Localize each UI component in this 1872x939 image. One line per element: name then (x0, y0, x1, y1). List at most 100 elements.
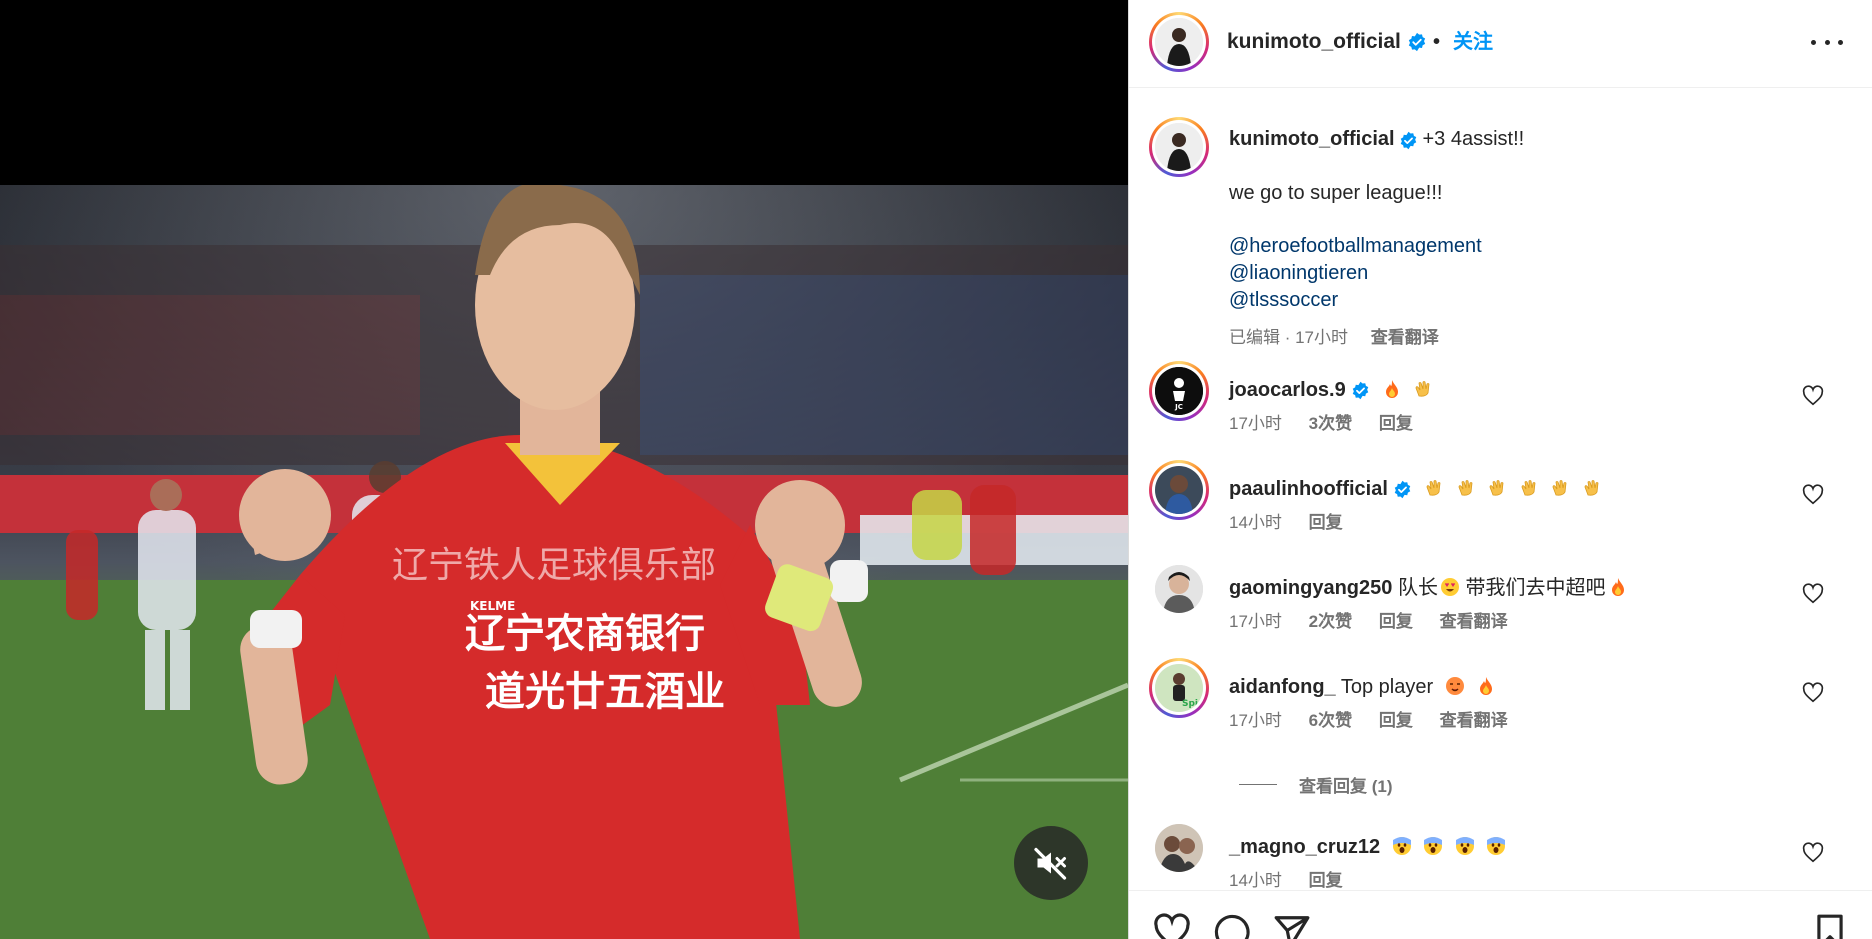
reply-button[interactable]: 回复 (1379, 414, 1413, 433)
comment-time: 14小时 (1229, 871, 1282, 889)
view-replies-label: 查看回复 (1) (1299, 777, 1393, 796)
clap-emoji-icon (1521, 480, 1536, 496)
caption-second-line: we go to super league!!! (1229, 182, 1443, 204)
heart-eyes-emoji-icon (1440, 578, 1459, 596)
more-dot (1838, 39, 1843, 45)
mention-link[interactable]: @liaoningtieren (1229, 260, 1482, 287)
avatar-photo (1155, 466, 1203, 514)
verified-badge-icon (1353, 382, 1369, 400)
comment-icon[interactable] (1213, 913, 1251, 939)
more-dot (1824, 39, 1830, 45)
clap-emoji-icon (1584, 480, 1599, 496)
author-avatar[interactable] (1149, 12, 1209, 72)
post-photo: 辽宁铁人足球俱乐部 辽宁农商银行 道光廿五酒业 KELME (0, 185, 1128, 939)
avatar-photo (1155, 123, 1203, 171)
view-replies-button[interactable]: 查看回复 (1) (1239, 772, 1393, 797)
replies-divider (1239, 784, 1277, 785)
avatar-photo (1155, 18, 1203, 66)
comment-text: 队长 (1397, 577, 1438, 599)
scream-emoji-icon (1424, 837, 1443, 855)
photo-illustration: 辽宁铁人足球俱乐部 辽宁农商银行 道光廿五酒业 KELME (0, 185, 1128, 939)
caption-meta: 已编辑 · 17小时 查看翻译 (1229, 323, 1439, 348)
edited-timestamp: 已编辑 · 17小时 (1229, 328, 1349, 347)
jersey-sponsor-2: 道光廿五酒业 (485, 669, 725, 715)
comment-item: JC joaocarlos.9 17小时 3次赞 回复 (1129, 361, 1872, 457)
fire-emoji-icon (1611, 578, 1624, 596)
author-username: kunimoto_official (1227, 30, 1401, 53)
avatar-photo: Spi (1155, 664, 1203, 712)
comment-likes[interactable]: 2次赞 (1309, 612, 1352, 631)
reply-button[interactable]: 回复 (1309, 513, 1343, 532)
comment-avatar[interactable] (1155, 824, 1203, 872)
follow-button[interactable]: 关注 (1453, 30, 1493, 54)
clap-emoji-icon (1426, 480, 1441, 496)
avatar-photo (1155, 565, 1203, 613)
like-comment-heart-icon[interactable] (1802, 484, 1824, 506)
comment-username[interactable]: paaulinhoofficial (1229, 478, 1388, 500)
comment-text-after: 带我们去中超吧 (1465, 577, 1606, 599)
like-comment-heart-icon[interactable] (1802, 385, 1824, 407)
caption-first-line: +3 4assist!! (1422, 128, 1525, 150)
bookmark-icon[interactable] (1811, 913, 1849, 939)
comment-item: Spi aidanfong_ Top player 17小时 6次赞 回复 查看… (1129, 658, 1872, 754)
reply-button[interactable]: 回复 (1379, 612, 1413, 631)
comments-scroll-area[interactable]: kunimoto_official +3 4assist!! we go to … (1129, 89, 1872, 889)
more-horizontal-icon (1811, 39, 1816, 45)
clap-emoji-icon (1458, 480, 1473, 496)
caption-username[interactable]: kunimoto_official (1229, 128, 1395, 150)
comment-username[interactable]: _magno_cruz12 (1229, 836, 1380, 858)
like-comment-heart-icon[interactable] (1802, 583, 1824, 605)
see-translation-link[interactable]: 查看翻译 (1440, 612, 1508, 631)
comment-time: 17小时 (1229, 414, 1282, 433)
author-username-link[interactable]: kunimoto_official (1227, 30, 1427, 54)
see-translation-link[interactable]: 查看翻译 (1440, 711, 1508, 730)
caption-mentions: @heroefootballmanagement @liaoningtieren… (1229, 233, 1482, 314)
comment-username[interactable]: joaocarlos.9 (1229, 379, 1346, 401)
mention-link[interactable]: @heroefootballmanagement (1229, 233, 1482, 260)
post-media[interactable]: 辽宁铁人足球俱乐部 辽宁农商银行 道光廿五酒业 KELME (0, 0, 1128, 939)
svg-text:Spi: Spi (1182, 699, 1198, 709)
comment-username[interactable]: aidanfong_ (1229, 676, 1336, 698)
jersey-club-text: 辽宁铁人足球俱乐部 (392, 545, 716, 586)
fire-emoji-icon (1480, 677, 1493, 695)
clap-emoji-icon (1552, 480, 1567, 496)
comment-username[interactable]: gaomingyang250 (1229, 577, 1392, 599)
scream-emoji-icon (1455, 837, 1474, 855)
speaker-muted-icon (1034, 847, 1067, 880)
comment-item: paaulinhoofficial 14小时 回复 (1129, 460, 1872, 556)
verified-badge-icon (1400, 132, 1417, 150)
mute-button[interactable] (1014, 826, 1088, 900)
jersey-brand: KELME (470, 599, 515, 613)
reply-button[interactable]: 回复 (1309, 871, 1343, 889)
comment-text: Top player (1340, 676, 1434, 698)
see-translation-link[interactable]: 查看翻译 (1371, 328, 1439, 347)
heart-icon[interactable] (1153, 913, 1191, 939)
comment-avatar[interactable] (1155, 565, 1203, 613)
scream-emoji-icon (1487, 837, 1506, 855)
jersey-sponsor-1: 辽宁农商银行 (465, 611, 705, 657)
comment-avatar[interactable]: JC (1149, 361, 1209, 421)
clap-emoji-icon (1489, 480, 1504, 496)
comment-likes[interactable]: 3次赞 (1309, 414, 1352, 433)
reply-button[interactable]: 回复 (1379, 711, 1413, 730)
comment-item: _magno_cruz12 14小时 回复 (1129, 824, 1872, 889)
fire-emoji-icon (1385, 380, 1398, 398)
comment-time: 17小时 (1229, 612, 1282, 631)
caption-avatar[interactable] (1149, 117, 1209, 177)
verified-badge-icon (1395, 481, 1411, 499)
verified-badge-icon (1408, 33, 1425, 52)
like-comment-heart-icon[interactable] (1802, 842, 1824, 864)
header-separator: • (1433, 31, 1441, 53)
comment-avatar[interactable]: Spi (1149, 658, 1209, 718)
svg-text:JC: JC (1174, 403, 1183, 411)
mention-link[interactable]: @tlsssoccer (1229, 287, 1482, 314)
clap-emoji-icon (1416, 381, 1430, 397)
more-options-button[interactable] (1811, 30, 1843, 54)
comment-likes[interactable]: 6次赞 (1309, 711, 1352, 730)
share-icon[interactable] (1273, 913, 1311, 939)
comment-time: 17小时 (1229, 711, 1282, 730)
avatar-photo: JC (1155, 367, 1203, 415)
comment-avatar[interactable] (1149, 460, 1209, 520)
scream-emoji-icon (1392, 837, 1411, 855)
like-comment-heart-icon[interactable] (1802, 682, 1824, 704)
